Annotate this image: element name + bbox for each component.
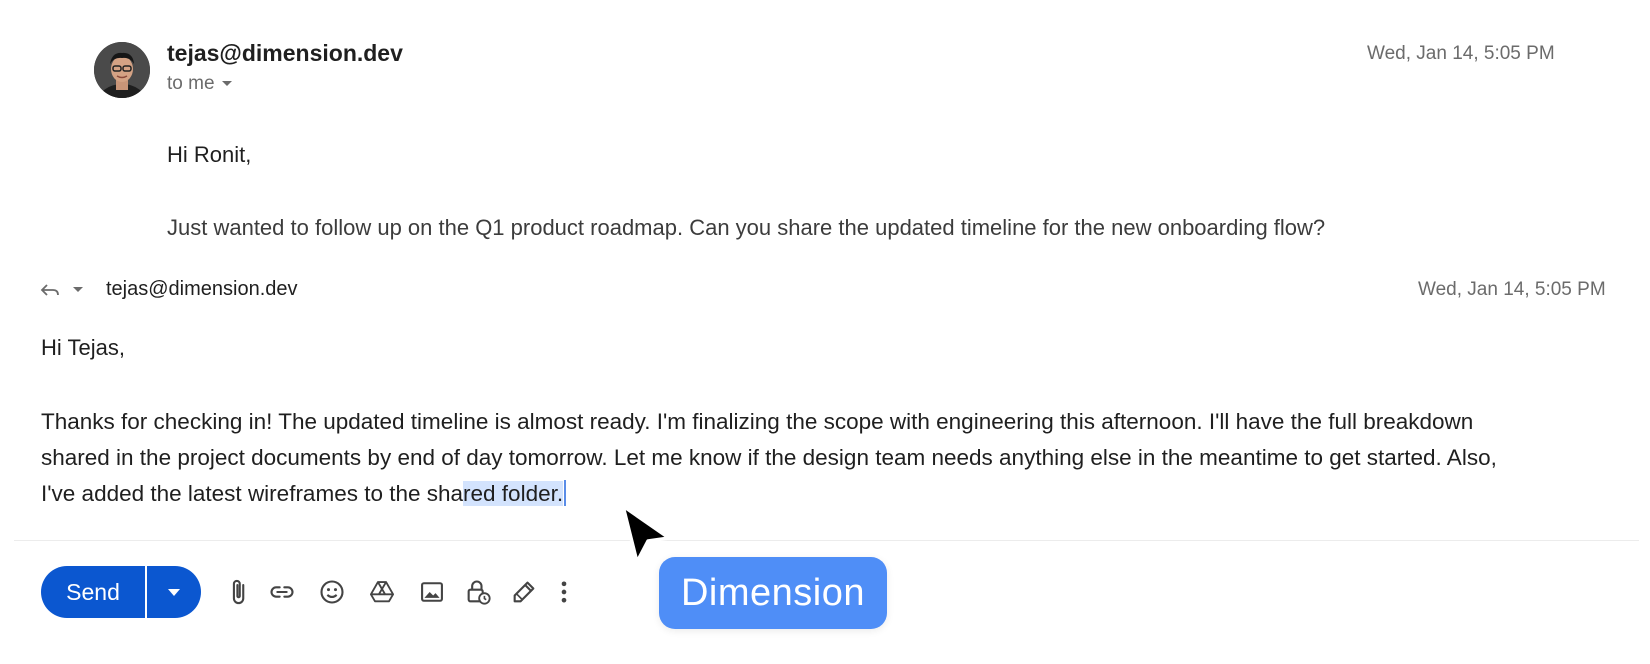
reply-header: tejas@dimension.dev [40,278,298,301]
selected-text: red folder. [463,481,564,506]
more-options-icon[interactable] [548,576,580,608]
compose-divider [14,540,1639,541]
reply-line-3: I've added the latest wireframes to the … [41,476,1611,512]
reply-body-editor[interactable]: Thanks for checking in! The updated time… [41,404,1611,512]
recipient-details[interactable]: to me [167,73,233,95]
sender-avatar[interactable] [94,42,150,98]
text-caret [564,480,567,506]
reply-line-3-text: I've added the latest wireframes to the … [41,481,464,506]
message-date: Wed, Jan 14, 5:05 PM [1367,43,1555,64]
message-body: Just wanted to follow up on the Q1 produ… [167,215,1326,240]
dimension-badge: Dimension [659,557,887,629]
reply-recipient[interactable]: tejas@dimension.dev [106,278,298,301]
send-button-group: Send [41,566,201,618]
caret-down-icon [168,588,180,596]
mouse-pointer-icon [621,504,671,564]
emoji-icon[interactable] [316,576,348,608]
attach-icon[interactable] [222,576,254,608]
signature-icon[interactable] [508,576,540,608]
drive-icon[interactable] [366,576,398,608]
send-options-button[interactable] [147,566,201,618]
photo-icon[interactable] [416,576,448,608]
reply-line-2: shared in the project documents by end o… [41,445,1497,470]
reply-type-chevron-icon[interactable] [72,286,84,294]
reply-greeting[interactable]: Hi Tejas, [41,335,125,361]
confidential-mode-icon[interactable] [462,576,494,608]
send-button[interactable]: Send [41,566,145,618]
recipient-label: to me [167,73,215,94]
reply-date: Wed, Jan 14, 5:05 PM [1418,279,1606,300]
reply-icon[interactable] [40,283,60,297]
sender-email[interactable]: tejas@dimension.dev [167,40,403,67]
link-icon[interactable] [266,576,298,608]
reply-line-1: Thanks for checking in! The updated time… [41,409,1474,434]
avatar-image [94,42,150,98]
chevron-down-icon[interactable] [221,80,233,88]
message-greeting: Hi Ronit, [167,142,252,167]
